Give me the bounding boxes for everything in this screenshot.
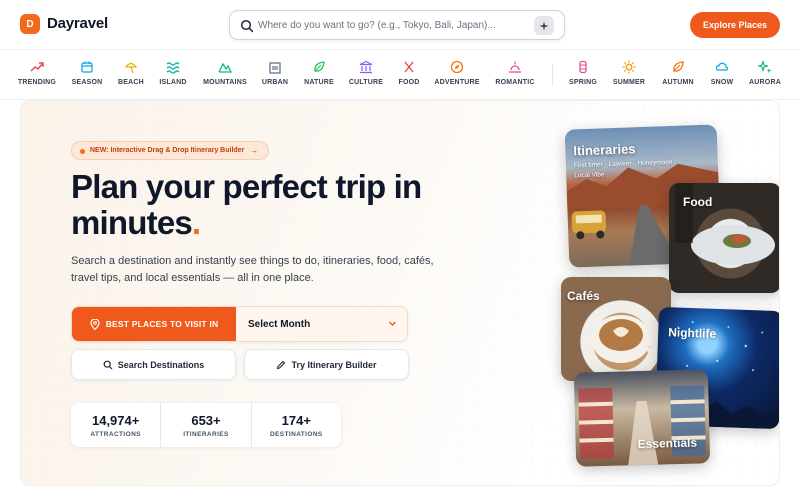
headline-dot: . [191, 204, 201, 241]
hero-headline: Plan your perfect trip in minutes. [71, 169, 491, 241]
category-island[interactable]: ISLAND [143, 60, 203, 92]
stat-itineraries: 653+ ITINERARIES [161, 403, 252, 447]
category-label: AUTUMN [662, 79, 694, 86]
badge-text: NEW: Interactive Drag & Drop Itinerary B… [90, 147, 245, 154]
category-label: MOUNTAINS [203, 79, 247, 86]
building-icon [269, 62, 281, 74]
best-places-label: BEST PLACES TO VISIT IN [105, 319, 219, 329]
sunset-icon [509, 61, 521, 73]
itinerary-builder-button[interactable]: Try Itinerary Builder [244, 349, 409, 380]
mountain-icon [218, 62, 232, 73]
beach-umbrella-icon [124, 62, 138, 74]
category-label: BEACH [118, 79, 144, 86]
new-feature-badge[interactable]: NEW: Interactive Drag & Drop Itinerary B… [71, 141, 270, 160]
badge-dot [80, 149, 85, 154]
aurora-sparkles-icon [758, 60, 772, 74]
search-icon [240, 19, 254, 33]
explore-places-button[interactable]: Explore Places [690, 12, 780, 38]
category-label: ADVENTURE [434, 79, 480, 86]
search-icon [103, 360, 113, 369]
food-title: Food [683, 195, 713, 209]
category-label: SNOW [710, 79, 734, 86]
hero-subtext: Search a destination and instantly see t… [71, 255, 434, 284]
stat-label: ITINERARIES [183, 430, 229, 438]
stat-attractions: 14,974+ ATTRACTIONS [71, 403, 162, 447]
essentials-title: Essentials [637, 435, 698, 452]
stat-value: 174+ [281, 412, 311, 428]
stat-destinations: 174+ DESTINATIONS [252, 403, 341, 447]
month-select-value: Select Month [248, 318, 311, 330]
essentials-tile[interactable]: Essentials [573, 369, 711, 467]
snow-cloud-icon [715, 62, 729, 71]
pencil-icon [277, 360, 286, 369]
search-input[interactable] [258, 16, 520, 34]
cafes-title: Cafés [567, 289, 600, 303]
stat-label: ATTRACTIONS [90, 430, 141, 438]
month-select[interactable]: Select Month [236, 307, 407, 341]
chevron-down-icon [389, 321, 396, 326]
trending-icon [30, 62, 44, 72]
category-romantic[interactable]: ROMANTIC [485, 60, 545, 92]
utensils-icon [404, 61, 414, 73]
nightlife-title: Nightlife [667, 325, 717, 341]
hero-section: NEW: Interactive Drag & Drop Itinerary B… [20, 100, 780, 486]
search-bar [229, 10, 565, 40]
category-label: SUMMER [612, 79, 646, 86]
search-destinations-button[interactable]: Search Destinations [71, 349, 236, 380]
leaf-icon [314, 61, 325, 72]
category-label: AURORA [749, 79, 781, 86]
category-label: CULTURE [348, 79, 384, 86]
store-shelves-illustration [578, 385, 706, 466]
autumn-leaf-icon [673, 61, 684, 72]
month-picker-group: BEST PLACES TO VISIT IN Select Month [71, 306, 408, 342]
map-pin-icon [90, 318, 100, 330]
category-label: TRENDING [17, 79, 57, 86]
category-label: NATURE [304, 79, 334, 86]
search-destinations-label: Search Destinations [117, 359, 205, 370]
compass-icon [450, 60, 464, 74]
itineraries-title: Itineraries [573, 141, 636, 159]
top-header: D Dayravel Explore Places [0, 0, 800, 50]
itinerary-builder-label: Try Itinerary Builder [291, 359, 377, 370]
stat-value: 653+ [191, 412, 221, 428]
category-adventure[interactable]: ADVENTURE [427, 60, 487, 92]
landmark-icon [359, 60, 373, 74]
headline-text: Plan your perfect trip in minutes [71, 168, 422, 241]
best-places-button[interactable]: BEST PLACES TO VISIT IN [72, 307, 236, 341]
cafes-tile[interactable]: Cafés [561, 277, 671, 381]
stat-label: DESTINATIONS [269, 430, 323, 438]
category-aurora[interactable]: AURORA [735, 60, 795, 92]
waves-icon [166, 62, 180, 74]
sun-icon [622, 60, 636, 74]
ai-sparkle-button[interactable] [534, 16, 554, 35]
category-nav: TRENDING SEASON BEACH ISLAND MOUNTAINS U… [0, 50, 800, 100]
category-label: ISLAND [159, 79, 187, 86]
category-label: ROMANTIC [495, 79, 535, 86]
sparkle-icon [539, 21, 549, 30]
category-label: SPRING [568, 79, 598, 86]
category-label: FOOD [398, 79, 420, 86]
category-label: SEASON [71, 79, 103, 86]
stat-value: 14,974+ [91, 412, 140, 428]
category-label: URBAN [261, 79, 289, 86]
food-tile[interactable]: Food [669, 183, 779, 293]
itineraries-subtitle: Local Vibe [574, 171, 605, 180]
stats-card: 14,974+ ATTRACTIONS 653+ ITINERARIES 174… [71, 403, 341, 447]
arrow-right-icon: → [250, 146, 259, 155]
logo-badge[interactable]: D [20, 14, 40, 34]
calendar-icon [81, 61, 93, 73]
flower-icon [579, 60, 587, 74]
brand-name[interactable]: Dayravel [47, 15, 108, 32]
